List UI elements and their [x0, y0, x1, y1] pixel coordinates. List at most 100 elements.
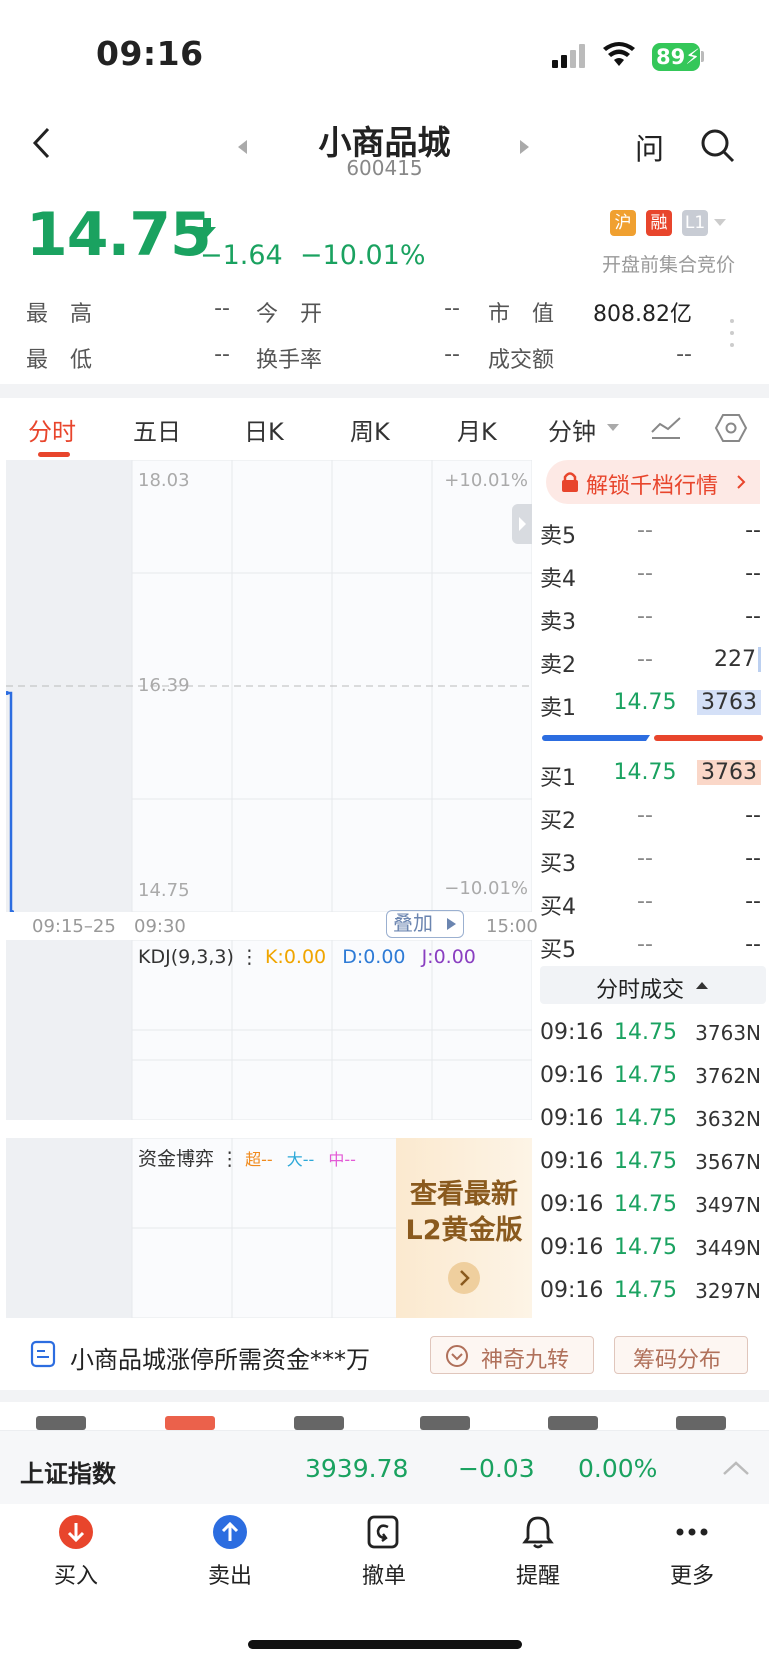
trade-time: 09:16 — [540, 1063, 604, 1088]
promo-arrow-icon[interactable] — [448, 1262, 480, 1294]
l2-promo-card[interactable]: 查看最新 L2黄金版 — [396, 1138, 532, 1318]
trade-volume: 3762N — [695, 1064, 761, 1088]
wifi-icon — [602, 42, 636, 68]
indicator-icon[interactable] — [650, 414, 682, 440]
unlock-banner[interactable]: 解锁千档行情 — [546, 460, 760, 504]
tab-minute[interactable]: 分钟 — [548, 412, 596, 447]
stat-label-low: 最 低 — [26, 348, 93, 373]
promo-line1: 查看最新 — [410, 1179, 518, 1210]
ask-level-volume: 3763 — [697, 690, 761, 715]
next-stock-icon[interactable] — [520, 140, 530, 154]
bid-level-price: -- — [637, 932, 653, 957]
index-change: −0.03 — [458, 1454, 535, 1483]
search-icon[interactable] — [700, 128, 736, 164]
ask-level-label: 卖1 — [540, 696, 576, 721]
chevron-down-icon[interactable] — [607, 424, 619, 432]
promo-line2: L2黄金版 — [405, 1215, 523, 1246]
bid-level-label: 买4 — [540, 895, 576, 920]
stat-value-turnover: -- — [444, 342, 460, 367]
x-label-auction: 09:15–25 — [32, 916, 116, 937]
collapse-panel-handle[interactable] — [512, 504, 532, 544]
trade-price: 14.75 — [614, 1278, 677, 1303]
buy-icon — [59, 1515, 93, 1549]
sell-icon — [213, 1515, 247, 1549]
trade-volume: 3449N — [695, 1236, 761, 1260]
intraday-chart[interactable] — [6, 460, 532, 912]
overlay-button[interactable]: 叠加 — [386, 910, 464, 938]
stat-label-mktcap: 市 值 — [488, 302, 555, 327]
more-nav-item[interactable]: 更多 — [642, 1514, 742, 1594]
price-change: −1.64 −10.01% — [200, 240, 426, 271]
index-value: 3939.78 — [305, 1454, 409, 1483]
tab-daily-k[interactable]: 日K — [244, 412, 284, 447]
more-stats-icon[interactable] — [729, 318, 735, 348]
tab-active-indicator — [38, 452, 70, 457]
ask-button[interactable]: 问 — [635, 126, 664, 168]
chip-distribution-button[interactable]: 筹码分布 — [614, 1336, 748, 1374]
settings-hex-icon[interactable] — [714, 413, 748, 443]
cancel-order-nav-item[interactable]: 撤单 — [334, 1514, 434, 1594]
stat-value-high: -- — [214, 296, 230, 321]
badge-l1[interactable]: L1 — [682, 210, 708, 236]
y-label-top: 18.03 — [138, 470, 190, 491]
kdj-d: D:0.00 — [342, 946, 406, 968]
bid-level-price: -- — [637, 846, 653, 871]
bid-level-label: 买5 — [540, 938, 576, 963]
ask-level-label: 卖2 — [540, 653, 576, 678]
limit-up-fund-text[interactable]: 小商品城涨停所需资金***万 — [70, 1340, 370, 1375]
market-phase: 开盘前集合竞价 — [601, 254, 735, 276]
magic-nine-button[interactable]: 神奇九转 — [430, 1336, 594, 1374]
trade-time: 09:16 — [540, 1106, 604, 1131]
trade-volume: 3567N — [695, 1150, 761, 1174]
tab-weekly-k[interactable]: 周K — [350, 412, 390, 447]
kdj-k: K:0.00 — [264, 946, 327, 968]
stat-label-amount: 成交额 — [488, 348, 555, 373]
stat-value-low: -- — [214, 342, 230, 367]
l1-dropdown-icon[interactable] — [714, 219, 726, 227]
trade-price: 14.75 — [614, 1106, 677, 1131]
trades-header[interactable]: 分时成交 — [540, 966, 766, 1004]
stat-label-open: 今 开 — [256, 302, 323, 327]
trade-price: 14.75 — [614, 1192, 677, 1217]
ask-level-price: -- — [637, 647, 653, 672]
ask-level-price: -- — [637, 518, 653, 543]
badge-margin: 融 — [646, 210, 672, 236]
index-name: 上证指数 — [20, 1460, 116, 1488]
bid-level-label: 买1 — [540, 766, 576, 791]
more-icon — [676, 1528, 708, 1536]
fund-mid: 中-- — [328, 1150, 356, 1169]
alert-nav-item[interactable]: 提醒 — [488, 1514, 588, 1594]
stat-value-open: -- — [444, 296, 460, 321]
trade-volume: 3763N — [695, 1021, 761, 1045]
subtab-peek — [0, 1402, 769, 1430]
trade-volume: 3497N — [695, 1193, 761, 1217]
chevron-up-icon[interactable] — [722, 1460, 750, 1476]
cancel-order-icon — [367, 1515, 399, 1549]
tab-monthly-k[interactable]: 月K — [457, 412, 497, 447]
battery-cap — [701, 51, 704, 62]
tab-intraday[interactable]: 分时 — [28, 412, 76, 447]
bid-level-price: 14.75 — [613, 760, 677, 785]
kdj-legend: KDJ(9,3,3) ⋮ K:0.00 D:0.00 J:0.00 — [138, 946, 476, 968]
bell-icon — [522, 1516, 554, 1549]
section-divider-2 — [0, 1390, 769, 1402]
pct-label-bottom: −10.01% — [444, 878, 528, 899]
bid-ask-ratio-bar — [542, 735, 763, 741]
trade-volume: 3632N — [695, 1107, 761, 1131]
sell-nav-item[interactable]: 卖出 — [180, 1514, 280, 1594]
ask-level-price: -- — [637, 604, 653, 629]
tab-five-day[interactable]: 五日 — [133, 412, 181, 447]
trade-price: 14.75 — [614, 1063, 677, 1088]
buy-nav-item[interactable]: 买入 — [26, 1514, 126, 1594]
home-indicator — [248, 1640, 522, 1649]
bid-level-volume: -- — [745, 889, 761, 914]
pct-label-top: +10.01% — [444, 470, 528, 491]
trade-volume: 3297N — [695, 1279, 761, 1303]
bid-level-volume: 3763 — [697, 760, 761, 785]
x-label-close: 15:00 — [486, 916, 538, 937]
signal-icon — [552, 44, 586, 68]
bid-level-price: -- — [637, 803, 653, 828]
stat-value-amount: -- — [676, 342, 692, 367]
kdj-title: KDJ(9,3,3) — [138, 946, 234, 968]
stat-label-high: 最 高 — [26, 302, 93, 327]
